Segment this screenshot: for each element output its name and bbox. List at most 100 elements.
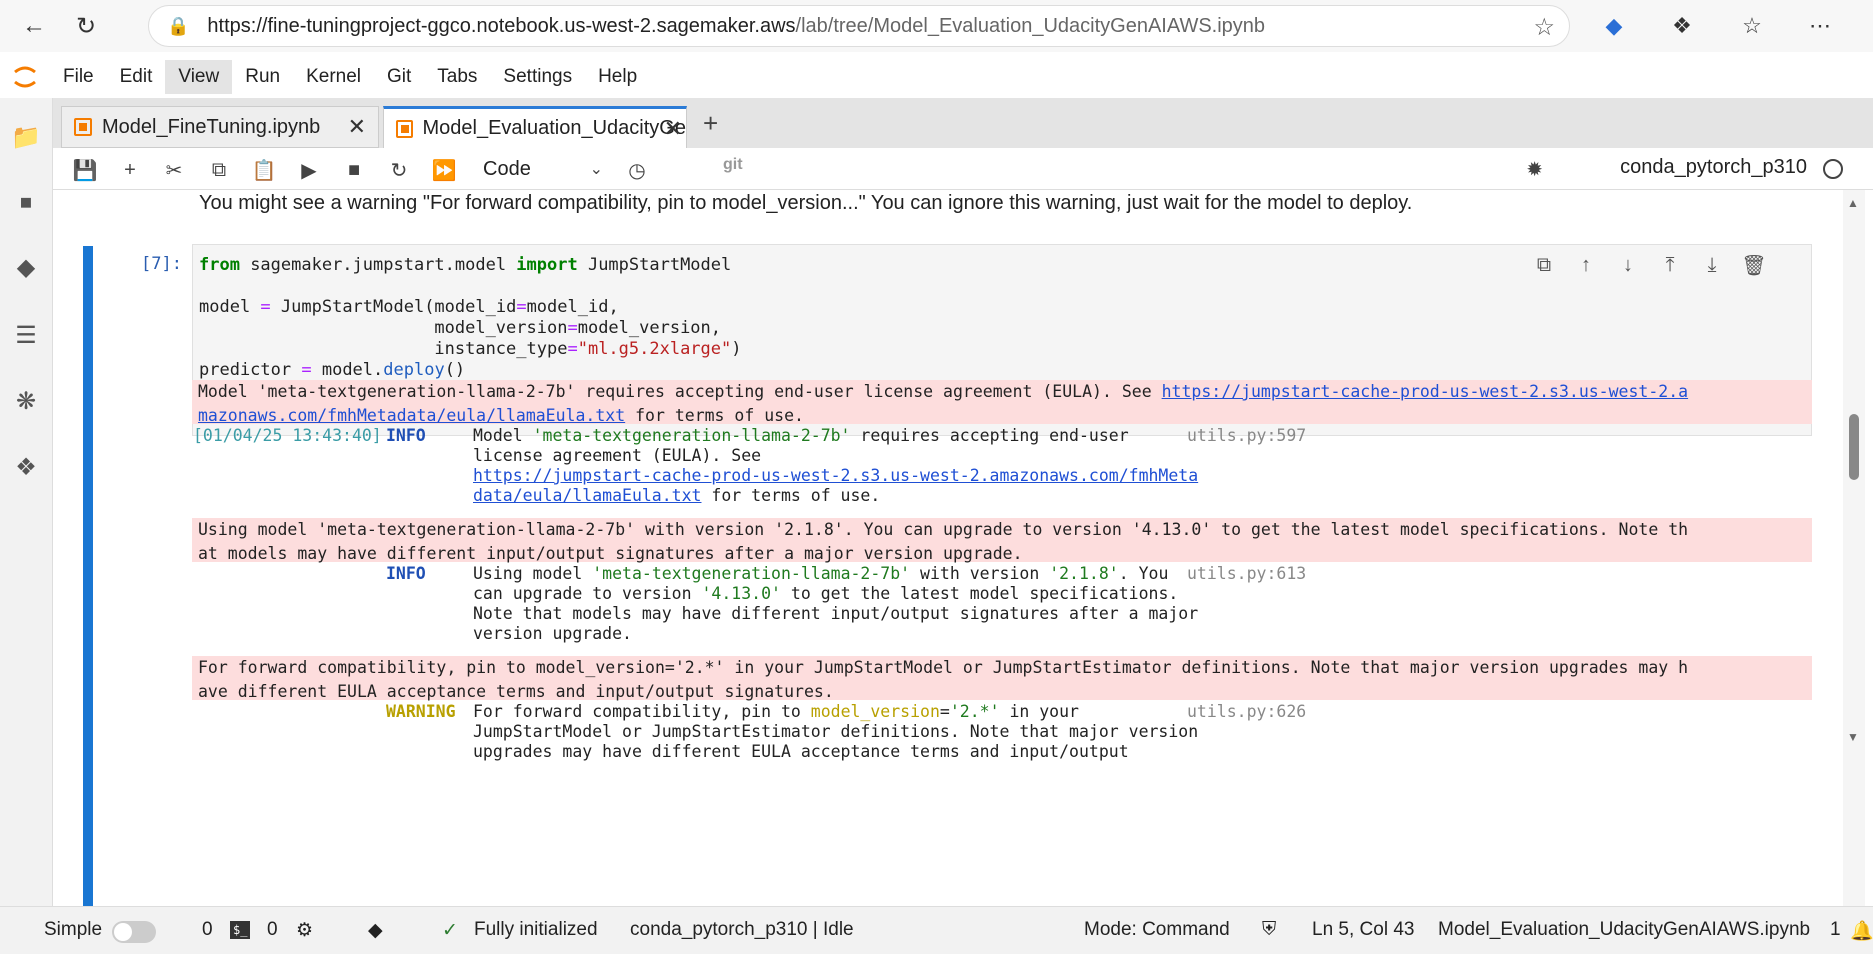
code-line-4: model_version=model_version,: [199, 318, 722, 338]
tab-model-evaluation[interactable]: Model_Evaluation_UdacityGe ✕: [383, 106, 687, 148]
stderr-output-2: Using model 'meta-textgeneration-llama-2…: [192, 518, 1812, 563]
markdown-cell-text: You might see a warning "For forward com…: [199, 192, 1413, 214]
git-status-icon[interactable]: ◆: [368, 919, 383, 942]
eula-log-link[interactable]: https://jumpstart-cache-prod-us-west-2.s…: [473, 466, 1198, 485]
insert-cell-plus-icon[interactable]: +: [116, 156, 144, 184]
lsp-status[interactable]: Fully initialized: [474, 919, 598, 941]
menu-help[interactable]: Help: [585, 60, 650, 94]
running-sessions-icon[interactable]: ⏹: [11, 188, 41, 218]
brain-icon[interactable]: ❋: [11, 386, 41, 416]
restart-icon[interactable]: ↻: [385, 156, 413, 184]
menu-run[interactable]: Run: [232, 60, 293, 94]
new-tab-plus-icon[interactable]: +: [703, 108, 718, 139]
notebook-icon: [396, 119, 413, 138]
jupyter-logo-icon: [0, 56, 50, 98]
cell-type-dropdown[interactable]: Code ⌄: [483, 154, 603, 184]
move-up-arrow-icon[interactable]: ↑: [1573, 252, 1599, 278]
url-path: /lab/tree/Model_Evaluation_UdacityGenAIA…: [795, 14, 1266, 37]
left-sidebar: 📁 ⏹ ◆ ☰ ❋ ❖: [0, 98, 53, 906]
kernel-gear-icon[interactable]: ⚙: [296, 919, 313, 942]
mode-indicator: Mode: Command: [1084, 919, 1230, 940]
menu-view[interactable]: View: [165, 60, 233, 94]
menu-kernel[interactable]: Kernel: [293, 60, 374, 94]
cell-toolbar: ⧉ ↑ ↓ ⤒ ⤓ 🗑: [1531, 252, 1767, 278]
cell-prompt: [7]:: [141, 254, 182, 274]
log-level-1: INFO: [386, 426, 426, 445]
log-level-3: WARNING: [386, 702, 456, 721]
menu-file[interactable]: File: [50, 60, 107, 94]
code-line-3: model = JumpStartModel(model_id=model_id…: [199, 297, 619, 317]
cursor-position[interactable]: Ln 5, Col 43: [1312, 919, 1414, 941]
code-line-6: predictor = model.deploy(): [199, 360, 466, 380]
kernel-name[interactable]: conda_pytorch_p310: [1620, 156, 1807, 179]
chevron-down-icon: ⌄: [589, 161, 603, 178]
menu-edit[interactable]: Edit: [107, 60, 166, 94]
stop-icon[interactable]: ■: [340, 156, 368, 184]
eula-link[interactable]: https://jumpstart-cache-prod-us-west-2.s…: [1162, 382, 1689, 401]
debugger-bug-icon[interactable]: ✹: [1526, 157, 1543, 182]
tab-label: Model_FineTuning.ipynb: [102, 115, 321, 138]
save-icon[interactable]: 💾: [71, 156, 99, 184]
cut-icon[interactable]: ✂: [160, 156, 188, 184]
paste-icon[interactable]: 📋: [250, 156, 278, 184]
log-source-2: utils.py:613: [1187, 564, 1307, 583]
eula-log-link-cont[interactable]: data/eula/llamaEula.txt: [473, 486, 701, 505]
scrollbar-thumb[interactable]: [1849, 414, 1859, 480]
close-icon[interactable]: ✕: [664, 116, 682, 142]
status-bar: Simple 0 $_ 0 ⚙ ◆ ✓ Fully initialized co…: [0, 906, 1873, 954]
file-name: Model_Evaluation_UdacityGenAIAWS.ipynb: [1438, 919, 1811, 940]
code-line-1: from sagemaker.jumpstart.model import Ju…: [199, 255, 732, 275]
notebook-content: You might see a warning "For forward com…: [53, 190, 1843, 906]
duplicate-cell-icon[interactable]: ⧉: [1531, 252, 1557, 278]
notification-count: 1: [1830, 919, 1841, 940]
close-icon[interactable]: ✕: [348, 114, 366, 140]
back-arrow-icon[interactable]: ←: [14, 6, 54, 46]
address-bar[interactable]: 🔒 https://fine-tuningproject-ggco.notebo…: [148, 5, 1570, 47]
favorites-icon[interactable]: ☆: [1736, 10, 1768, 42]
stderr-output-1: Model 'meta-textgeneration-llama-2-7b' r…: [192, 380, 1812, 425]
folder-icon[interactable]: 📁: [11, 122, 41, 152]
table-of-contents-icon[interactable]: ☰: [11, 320, 41, 350]
tab-model-finetuning[interactable]: Model_FineTuning.ipynb ✕: [61, 106, 379, 148]
extensions-puzzle-icon[interactable]: ❖: [1666, 10, 1698, 42]
copy-icon[interactable]: ⧉: [205, 156, 233, 184]
git-icon[interactable]: ◆: [11, 252, 41, 282]
menu-tabs[interactable]: Tabs: [424, 60, 490, 94]
reload-icon[interactable]: ↻: [66, 6, 106, 46]
simple-mode-toggle[interactable]: [112, 921, 156, 943]
scroll-down-arrow-icon[interactable]: ▼: [1847, 730, 1859, 744]
menu-bar: File Edit View Run Kernel Git Tabs Setti…: [0, 56, 1873, 98]
insert-below-icon[interactable]: ⤓: [1699, 252, 1725, 278]
tab-bar: Model_FineTuning.ipynb ✕ Model_Evaluatio…: [53, 98, 1873, 148]
url-host: https://fine-tuningproject-ggco.notebook…: [207, 14, 796, 37]
more-menu-icon[interactable]: ⋯: [1804, 10, 1836, 42]
insert-above-icon[interactable]: ⤒: [1657, 252, 1683, 278]
terminal-icon[interactable]: $_: [230, 921, 251, 939]
lsp-check-icon[interactable]: ✓: [442, 919, 458, 942]
run-icon[interactable]: ▶: [295, 156, 323, 184]
log-message-2-l4: version upgrade.: [473, 624, 632, 643]
eula-link-cont[interactable]: mazonaws.com/fmhMetadata/eula/llamaEula.…: [198, 406, 625, 425]
fast-forward-icon[interactable]: ⏩: [430, 156, 458, 184]
cell-type-value: Code: [483, 157, 531, 180]
kernel-status[interactable]: conda_pytorch_p310 | Idle: [630, 919, 854, 941]
git-label[interactable]: git: [723, 156, 743, 174]
clock-icon[interactable]: ◷: [623, 156, 651, 184]
bell-icon[interactable]: 🔔: [1850, 919, 1873, 943]
shield-icon[interactable]: ⛨: [1262, 919, 1276, 941]
log-message-1-l4: data/eula/llamaEula.txt for terms of use…: [473, 486, 881, 505]
stderr-output-3: For forward compatibility, pin to model_…: [192, 656, 1812, 701]
extension-shield-icon[interactable]: ◆: [1598, 10, 1630, 42]
favorite-star-icon[interactable]: ☆: [1533, 13, 1555, 42]
log-message-3-l3: upgrades may have different EULA accepta…: [473, 742, 1129, 761]
delete-trash-icon[interactable]: 🗑: [1741, 252, 1767, 278]
menu-git[interactable]: Git: [374, 60, 424, 94]
extensions-icon[interactable]: ❖: [11, 452, 41, 482]
code-line-5: instance_type="ml.g5.2xlarge"): [199, 339, 742, 359]
log-line-1: [01/04/25 13:43:40]: [193, 426, 382, 445]
scroll-up-arrow-icon[interactable]: ▲: [1847, 196, 1859, 210]
tab-label: Model_Evaluation_UdacityGe: [422, 117, 687, 139]
move-down-arrow-icon[interactable]: ↓: [1615, 252, 1641, 278]
menu-settings[interactable]: Settings: [490, 60, 585, 94]
notebook-scrollbar[interactable]: ▲ ▼: [1843, 190, 1865, 906]
